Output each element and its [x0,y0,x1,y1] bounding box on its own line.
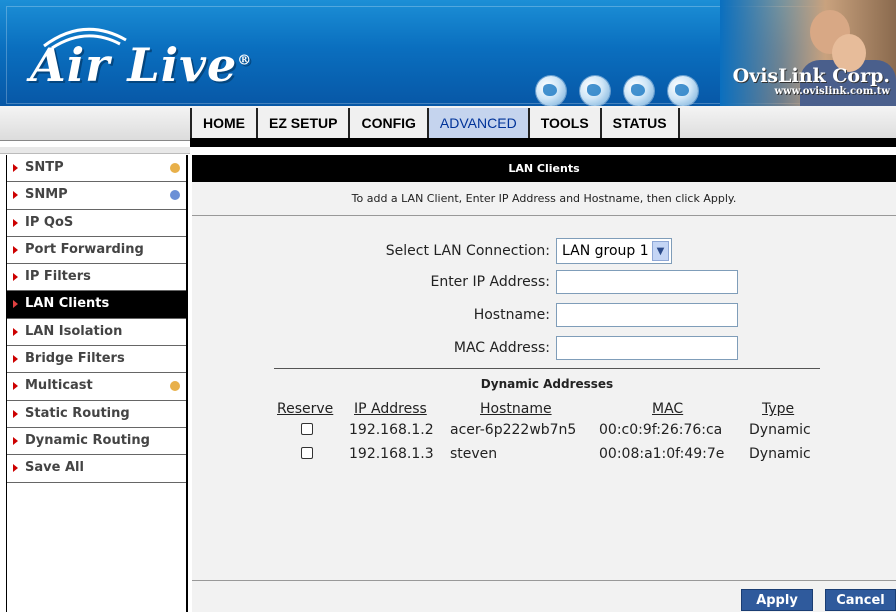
mac-address-input[interactable] [556,336,738,360]
arrow-icon [13,355,18,364]
company-url: www.ovislink.com.tw [774,86,890,97]
main-panel: LAN Clients To add a LAN Client, Enter I… [192,155,896,612]
airlive-logo: Air Live® [30,38,253,92]
arrow-icon [13,273,18,282]
globe-icon [580,76,610,106]
mac-address-row: MAC Address: [192,336,738,360]
sidebar-item-dynamic-routing[interactable]: Dynamic Routing [7,428,186,456]
globe-icon [536,76,566,106]
row-type: Dynamic [749,422,811,438]
arrow-icon [13,164,18,172]
col-header-reserve: Reserve [277,401,334,417]
section-divider [274,368,820,369]
tab-home[interactable]: HOME [190,108,258,138]
sidebar-item-sntp[interactable]: SNTP [7,155,186,183]
tab-status[interactable]: STATUS [601,108,680,138]
row-mac: 00:08:a1:0f:49:7e [599,446,725,462]
col-header-type: Type [762,401,795,417]
select-lan-row: Select LAN Connection: LAN group 1 ▼ [192,238,672,264]
arrow-icon [13,300,18,309]
arrow-icon [13,382,18,391]
chevron-down-icon[interactable]: ▼ [652,241,669,261]
status-dot-icon [170,190,180,201]
sidebar: SNTP SNMP IP QoS Port Forwarding IP Filt… [6,155,188,612]
ip-address-input[interactable] [556,270,738,294]
cancel-button[interactable]: Cancel [825,589,896,611]
arrow-icon [13,191,18,200]
row-hostname: acer-6p222wb7n5 [450,422,577,438]
row-mac: 00:c0:9f:26:76:ca [599,422,723,438]
arrow-icon [13,436,18,445]
company-name: OvisLink Corp. [732,65,890,87]
instructions-text: To add a LAN Client, Enter IP Address an… [192,182,896,216]
nav-underline [190,138,896,147]
row-hostname: steven [450,446,498,462]
sidebar-item-snmp[interactable]: SNMP [7,182,186,210]
globe-icon [668,76,698,106]
lan-connection-select[interactable]: LAN group 1 ▼ [556,238,672,264]
globe-icon [624,76,654,106]
row-ip: 192.168.1.2 [349,422,434,438]
sidebar-item-multicast[interactable]: Multicast [7,373,186,401]
row-ip: 192.168.1.3 [349,446,434,462]
sidebar-item-lan-isolation[interactable]: LAN Isolation [7,319,186,347]
col-header-mac: MAC [652,401,684,417]
sidebar-item-static-routing[interactable]: Static Routing [7,401,186,428]
arrow-icon [13,327,18,336]
reserve-checkbox[interactable] [301,447,313,459]
sidebar-item-save-all[interactable]: Save All [7,455,186,483]
tab-tools[interactable]: TOOLS [529,108,602,138]
tab-config[interactable]: CONFIG [350,108,429,138]
col-header-hostname: Hostname [480,401,552,417]
lan-connection-value: LAN group 1 [562,243,649,259]
globe-icons [536,76,698,106]
sidebar-item-ip-qos[interactable]: IP QoS [7,210,186,237]
tab-advanced[interactable]: ADVANCED [428,108,530,138]
arrow-icon [13,464,18,473]
brand-header: Air Live® OvisLink Corp. www.ovislink.co… [0,0,896,106]
ip-address-row: Enter IP Address: [192,270,738,294]
arrow-icon [13,245,18,254]
hostname-input[interactable] [556,303,738,327]
footer-divider [192,580,896,581]
panel-title: LAN Clients [192,155,896,182]
sidebar-item-ip-filters[interactable]: IP Filters [7,264,186,292]
sidebar-top-band [0,147,190,154]
reserve-checkbox[interactable] [301,423,313,435]
mac-address-label: MAC Address: [453,340,550,356]
sidebar-item-bridge-filters[interactable]: Bridge Filters [7,346,186,374]
ovislink-logo: OvisLink Corp. www.ovislink.com.tw [733,66,890,98]
hostname-row: Hostname: [192,303,738,327]
apply-button[interactable]: Apply [741,589,813,611]
tab-ez-setup[interactable]: EZ SETUP [258,108,351,138]
ip-address-label: Enter IP Address: [430,274,550,290]
arrow-icon [13,409,18,418]
status-dot-icon [170,381,180,392]
dynamic-addresses-title: Dynamic Addresses [480,377,614,391]
col-header-ip: IP Address [354,401,427,417]
row-type: Dynamic [749,446,811,462]
select-lan-label: Select LAN Connection: [385,243,550,259]
main-tabs: HOME EZ SETUP CONFIG ADVANCED TOOLS STAT… [190,108,680,138]
status-dot-icon [170,163,180,173]
sidebar-item-lan-clients[interactable]: LAN Clients [7,291,186,319]
arrow-icon [13,218,18,227]
hostname-label: Hostname: [473,307,550,323]
sidebar-item-port-forwarding[interactable]: Port Forwarding [7,237,186,265]
